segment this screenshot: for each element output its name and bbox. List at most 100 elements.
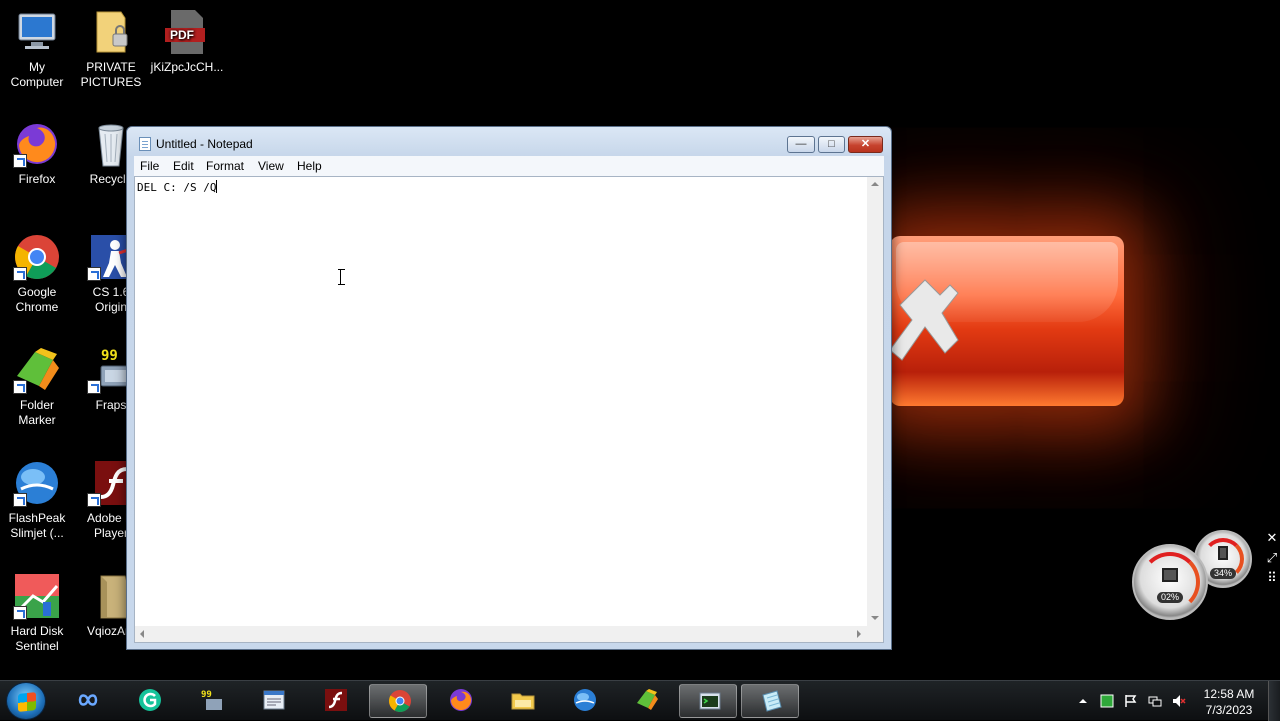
- gadget-drag-handle-icon[interactable]: ⠿: [1264, 570, 1280, 590]
- desktop-icon-pdf-file[interactable]: PDF jKiZpcJcCH...: [150, 8, 224, 75]
- svg-text:99: 99: [101, 348, 118, 364]
- taskbar-item-globe[interactable]: [555, 684, 613, 718]
- taskbar-item-terminal[interactable]: [679, 684, 737, 718]
- slimjet-icon: [13, 459, 61, 507]
- desktop-icon-private-pictures[interactable]: PRIVATE PICTURES: [74, 8, 148, 90]
- explorer-icon: [511, 693, 535, 710]
- gadget-toolbar: ✕ ⤢ ⠿: [1264, 530, 1280, 590]
- cpu-chip-icon: [1162, 568, 1178, 582]
- desktop-icon-flashpeak-slimjet[interactable]: FlashPeak Slimjet (...: [0, 459, 74, 541]
- taskbar-item-firefox[interactable]: [431, 684, 489, 718]
- cpu-percent: 02%: [1157, 592, 1183, 603]
- desktop-icon-label: Firefox: [18, 172, 56, 186]
- taskbar-item-notepad[interactable]: [741, 684, 799, 718]
- title-bar[interactable]: Untitled - Notepad — □ ✕: [127, 127, 891, 157]
- close-button[interactable]: ✕: [848, 136, 883, 153]
- menu-help[interactable]: Help: [297, 159, 322, 173]
- desktop-icon-firefox[interactable]: Firefox: [0, 120, 74, 187]
- shortcut-arrow-icon: [87, 493, 101, 507]
- taskbar-item-fraps[interactable]: 99: [182, 684, 240, 718]
- shortcut-arrow-icon: [13, 267, 27, 281]
- chrome-icon: [389, 690, 411, 712]
- notepad-icon: [139, 137, 151, 151]
- action-center-flag-icon[interactable]: [1124, 694, 1138, 708]
- scroll-right-icon[interactable]: [857, 630, 861, 638]
- taskbar-item-flash[interactable]: [306, 684, 364, 718]
- desktop-icon-label: jKiZpcJcCH...: [150, 60, 224, 74]
- size-grip[interactable]: [867, 626, 883, 642]
- desktop-icon-label: FlashPeak Slimjet (...: [8, 511, 66, 540]
- text-editor-area[interactable]: DEL C: /S /Q: [134, 176, 884, 643]
- clock[interactable]: 12:58 AM 7/3/2023: [1196, 686, 1262, 718]
- clock-date: 7/3/2023: [1205, 703, 1253, 717]
- desktop-icon-label: Folder Marker: [18, 398, 56, 427]
- minimize-button[interactable]: —: [787, 136, 815, 153]
- shortcut-arrow-icon: [13, 380, 27, 394]
- horizontal-scrollbar[interactable]: [135, 626, 867, 642]
- taskbar: 99 12:58 AM 7/3/2023: [0, 680, 1280, 721]
- desktop-icon-hard-disk-sentinel[interactable]: Hard Disk Sentinel: [0, 572, 74, 654]
- taskbar-item-explorer[interactable]: [493, 684, 551, 718]
- menu-format[interactable]: Format: [206, 159, 244, 173]
- editor-content[interactable]: DEL C: /S /Q: [137, 180, 218, 194]
- window-title: Untitled - Notepad: [156, 137, 253, 151]
- shortcut-arrow-icon: [13, 154, 27, 168]
- menu-bar: File Edit Format View Help: [134, 156, 884, 176]
- hardware-monitor-icon[interactable]: [1100, 694, 1114, 708]
- cpu-meter-gadget[interactable]: 34% 02% ✕ ⤢ ⠿: [1130, 530, 1280, 630]
- infinity-icon: [78, 694, 98, 706]
- desktop: My Computer Firefox Google Chrome Folder…: [0, 0, 1280, 680]
- taskbar-item-chrome[interactable]: [369, 684, 427, 718]
- taskbar-item-grammarly[interactable]: [120, 684, 178, 718]
- desktop-icon-label: My Computer: [10, 60, 64, 89]
- desktop-icon-folder-marker[interactable]: Folder Marker: [0, 346, 74, 428]
- firefox-icon: [450, 689, 472, 711]
- show-hidden-icons-icon[interactable]: [1076, 694, 1090, 708]
- volume-muted-icon[interactable]: [1172, 694, 1186, 708]
- shortcut-arrow-icon: [87, 267, 101, 281]
- globe-icon: [574, 689, 596, 711]
- folder-marker-icon: [637, 689, 658, 710]
- show-desktop-button[interactable]: [1268, 681, 1280, 721]
- desktop-icon-my-computer[interactable]: My Computer: [0, 8, 74, 90]
- desktop-icon-label: Hard Disk Sentinel: [10, 624, 64, 653]
- memory-percent: 34%: [1210, 568, 1236, 579]
- chrome-icon: [13, 233, 61, 281]
- flash-icon: [325, 689, 347, 711]
- menu-file[interactable]: File: [140, 159, 159, 173]
- shortcut-arrow-icon: [13, 606, 27, 620]
- menu-edit[interactable]: Edit: [173, 159, 194, 173]
- locked-folder-icon: [87, 8, 135, 56]
- shortcut-arrow-icon: [87, 380, 101, 394]
- notepad-window[interactable]: Untitled - Notepad — □ ✕ File Edit Forma…: [126, 126, 892, 650]
- vertical-scrollbar[interactable]: [867, 177, 883, 626]
- fraps-icon: 99: [201, 690, 222, 710]
- desktop-icon-label: Google Chrome: [15, 285, 59, 314]
- notepad-doc-icon: [263, 690, 285, 710]
- network-icon[interactable]: [1148, 694, 1162, 708]
- gadget-resize-icon[interactable]: ⤢: [1264, 550, 1280, 570]
- desktop-icon-google-chrome[interactable]: Google Chrome: [0, 233, 74, 315]
- editor-text: DEL C: /S /Q: [137, 181, 217, 194]
- pdf-icon: PDF: [163, 8, 211, 56]
- desktop-icon-label: PRIVATE PICTURES: [80, 60, 142, 89]
- grammarly-icon: [139, 689, 161, 711]
- gadget-close-icon[interactable]: ✕: [1264, 530, 1280, 550]
- scroll-left-icon[interactable]: [140, 630, 144, 638]
- scroll-up-icon[interactable]: [871, 182, 879, 186]
- start-button[interactable]: [6, 682, 46, 720]
- taskbar-item-folder-marker[interactable]: [617, 684, 675, 718]
- menu-view[interactable]: View: [258, 159, 284, 173]
- computer-icon: [13, 8, 61, 56]
- clock-time: 12:58 AM: [1203, 687, 1255, 701]
- ibeam-cursor-icon: [338, 269, 345, 285]
- taskbar-item-document[interactable]: [244, 684, 302, 718]
- hard-disk-sentinel-icon: [13, 572, 61, 620]
- shortcut-arrow-icon: [13, 493, 27, 507]
- scroll-down-icon[interactable]: [871, 616, 879, 620]
- taskbar-item-infinity[interactable]: [58, 684, 116, 718]
- svg-text:99: 99: [201, 690, 212, 700]
- maximize-button[interactable]: □: [818, 136, 845, 153]
- terminal-icon: [699, 692, 721, 710]
- notepad-icon: [762, 690, 782, 712]
